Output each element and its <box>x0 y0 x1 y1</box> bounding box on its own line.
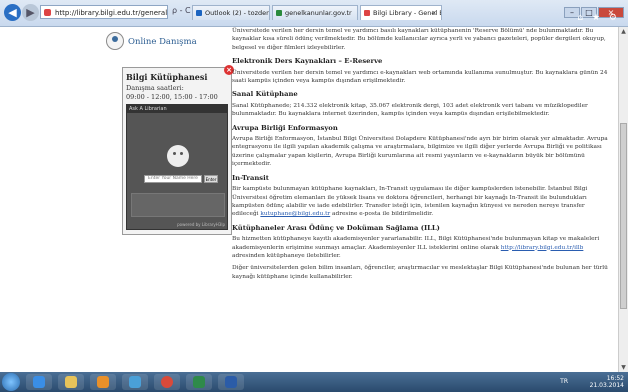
section-body-ereserve: Üniversitede verilen her dersin temel ve… <box>232 69 608 85</box>
enter-button[interactable]: Enter <box>204 175 218 183</box>
section-title-sanal: Sanal Kütüphane <box>232 90 298 99</box>
address-text: http://library.bilgi.edu.tr/general_info… <box>55 9 168 17</box>
address-bar[interactable]: http://library.bilgi.edu.tr/general_info… <box>40 5 168 19</box>
hours-value: 09:00 - 12:00, 15:00 - 17:00 <box>126 93 218 101</box>
forward-button[interactable]: ▶ <box>22 4 39 21</box>
taskbar-media[interactable] <box>90 374 116 390</box>
tab-bilgi-library[interactable]: Bilgi Library - Genel Bilgi × <box>360 5 442 20</box>
taskbar-explorer[interactable] <box>58 374 84 390</box>
folder-icon <box>65 376 77 388</box>
language-indicator[interactable]: TR <box>560 378 568 385</box>
browser-tools-icons[interactable]: ⌂ ★ ⚙ <box>577 13 620 23</box>
vertical-scrollbar[interactable]: ▲ ▼ <box>618 27 628 372</box>
tab-label: Outlook (2) - tozdeniz@hotm... <box>205 9 270 17</box>
excel-icon <box>193 376 205 388</box>
widget-title: Bilgi Kütüphanesi <box>126 72 208 82</box>
scroll-up-icon[interactable]: ▲ <box>619 27 628 36</box>
back-button[interactable]: ◀ <box>4 4 21 21</box>
article: Üniversitede verilen her dersin temel ve… <box>232 27 612 285</box>
taskbar-excel[interactable] <box>186 374 212 390</box>
section-body-intransit: Bir kampüste bulunmayan kütüphane kaynak… <box>232 185 612 219</box>
tab-genel-kanunlar[interactable]: genelkanunlar.gov.tr <box>272 5 358 20</box>
section-title-ereserve: Elektronik Ders Kaynakları – E-Reserve <box>232 57 383 66</box>
clock-time: 16:52 <box>606 375 624 382</box>
chat-footer: powered by LibraryH3lp <box>177 222 225 227</box>
tab-label: genelkanunlar.gov.tr <box>285 9 352 17</box>
taskbar-word[interactable] <box>218 374 244 390</box>
site-favicon-icon <box>44 9 51 16</box>
media-player-icon <box>97 376 109 388</box>
taskbar-chrome[interactable] <box>154 374 180 390</box>
clock-date: 21.03.2014 <box>589 382 624 389</box>
app-icon <box>129 376 141 388</box>
smiley-avatar-icon <box>167 145 189 167</box>
intransit-tail: adresine e-posta ile bildirilmelidir. <box>332 211 434 218</box>
section-body-ab: Avrupa Birliği Enformasyon, İstanbul Bil… <box>232 136 608 168</box>
ill-tail: adresinden kütüphaneye iletebilirler. <box>232 252 341 259</box>
scroll-down-icon[interactable]: ▼ <box>619 363 628 372</box>
browser-toolbar: ◀ ▶ http://library.bilgi.edu.tr/general_… <box>0 0 628 27</box>
section-title-intransit: In-Transit <box>232 173 269 182</box>
word-icon <box>225 376 237 388</box>
section-body-visitors: Diğer üniversitelerden gelen bilim insan… <box>232 265 608 280</box>
tab-outlook[interactable]: Outlook (2) - tozdeniz@hotm... <box>192 5 270 20</box>
intro-paragraph: Üniversitede verilen her dersin temel ve… <box>232 28 606 51</box>
email-link[interactable]: kutuphane@bilgi.edu.tr <box>260 211 330 217</box>
online-help-icon[interactable] <box>106 32 124 50</box>
taskbar-app[interactable] <box>122 374 148 390</box>
taskbar-ie[interactable] <box>26 374 52 390</box>
chat-header: Ask A Librarian <box>127 105 227 113</box>
start-button[interactable] <box>2 373 20 391</box>
chat-widget: Bilgi Kütüphanesi × Danışma saatleri: 09… <box>122 65 234 235</box>
ill-link[interactable]: http://library.bilgi.edu.tr/illb <box>501 245 584 251</box>
chrome-icon <box>161 376 173 388</box>
address-controls[interactable]: ρ - C <box>172 6 191 15</box>
scroll-thumb[interactable] <box>620 123 627 309</box>
online-help-link[interactable]: Online Danışma <box>128 37 197 47</box>
name-input[interactable] <box>144 175 202 183</box>
bilgi-icon <box>364 10 370 16</box>
outlook-icon <box>196 10 202 16</box>
hours-label: Danışma saatleri: <box>126 84 184 92</box>
close-tab-icon[interactable]: × <box>431 6 437 20</box>
chat-box: Ask A Librarian Enter powered by Library… <box>126 104 228 230</box>
section-body-sanal: Sanal Kütüphanede; 214.332 elektronik ki… <box>232 102 588 118</box>
section-body-ill: Bu hizmetten kütüphaneye kayıtlı akademi… <box>232 235 612 260</box>
site-icon <box>276 10 282 16</box>
section-title-ab: Avrupa Birliği Enformasyon <box>232 123 338 132</box>
clock[interactable]: 16:52 21.03.2014 <box>590 375 624 389</box>
page-content: Online Danışma Bilgi Kütüphanesi × Danış… <box>0 27 618 372</box>
ie-icon <box>33 376 45 388</box>
chat-message-area[interactable] <box>131 193 225 217</box>
section-title-ill: Kütüphaneler Arası Ödünç ve Doküman Sağl… <box>232 223 440 232</box>
taskbar: TR 16:52 21.03.2014 <box>0 372 628 392</box>
